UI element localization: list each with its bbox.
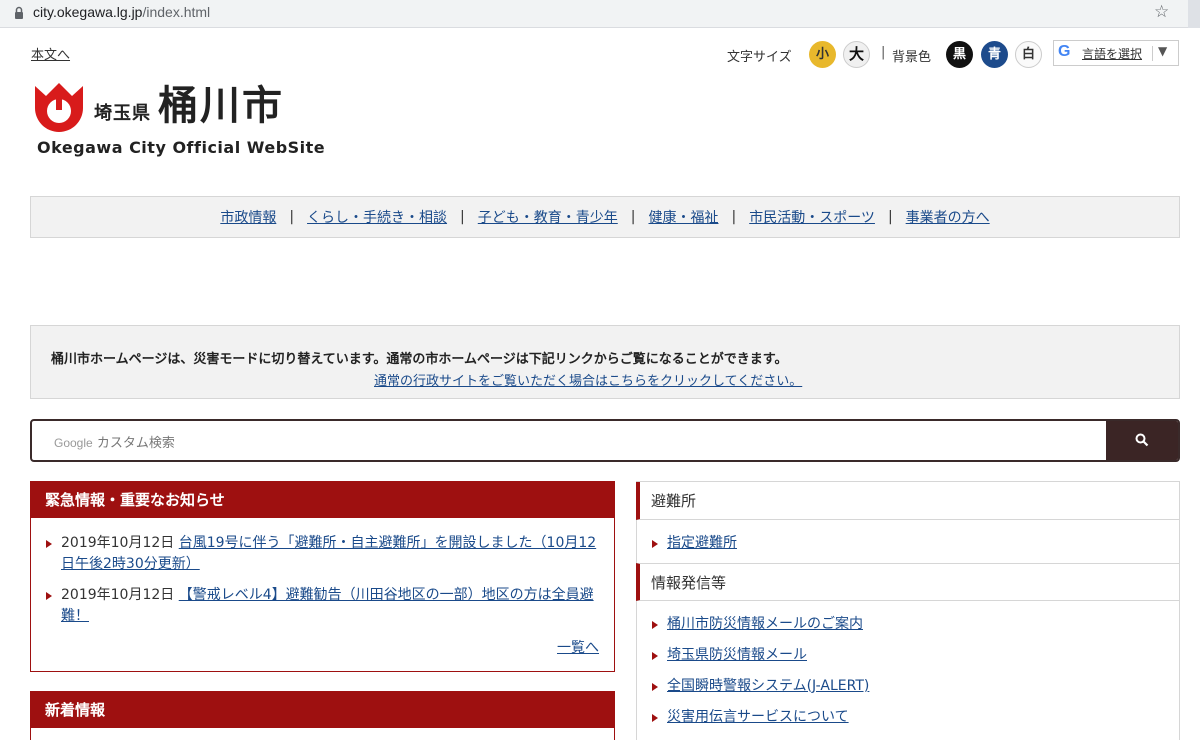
url-host: city.okegawa.lg.jp [33,4,143,20]
nav-link-living[interactable]: くらし・手続き・相談 [307,210,447,226]
info-link[interactable]: 桶川市防災情報メールのご案内 [667,616,863,632]
google-label: Google [54,436,93,450]
item-date: 2019年10月12日 [61,587,175,603]
nav-item-living[interactable]: くらし・手続き・相談 [307,207,447,227]
news-box: 新着情報 [30,691,615,740]
normal-site-link[interactable]: 通常の行政サイトをご覧いただく場合はこちらをクリックしてください。 [374,370,802,389]
nav-link-health[interactable]: 健康・福祉 [648,210,718,226]
list-item: 全国瞬時警報システム(J-ALERT) [637,671,1179,702]
emergency-item-text: 2019年10月12日 台風19号に伴う「避難所・自主避難所」を開設しました（1… [46,533,601,575]
designated-shelter-link[interactable]: 指定避難所 [667,535,737,551]
global-nav: 市政情報 | くらし・手続き・相談 | 子ども・教育・青少年 | 健康・福祉 |… [30,196,1180,238]
emergency-list-link[interactable]: 一覧へ [557,637,599,657]
bg-black-button[interactable]: 黒 [946,41,973,68]
bullet-triangle-icon [652,621,658,629]
shelter-list: 指定避難所 [637,520,1179,563]
nav-item-children[interactable]: 子ども・教育・青少年 [478,207,618,227]
bg-white-button[interactable]: 白 [1015,41,1042,68]
news-title: 新着情報 [31,692,614,728]
list-item: 2019年10月12日 台風19号に伴う「避難所・自主避難所」を開設しました（1… [46,533,601,575]
search-button[interactable] [1106,421,1178,460]
info-list: 桶川市防災情報メールのご案内 埼玉県防災情報メール 全国瞬時警報システム(J-A… [637,601,1179,733]
section-heading-shelters: 避難所 [636,482,1179,520]
url-text[interactable]: city.okegawa.lg.jp/index.html [33,4,210,20]
bullet-triangle-icon [46,592,52,600]
font-large-button[interactable]: 大 [843,41,870,68]
list-item: 2019年10月12日 【警戒レベル4】避難勧告（川田谷地区の一部）地区の方は全… [46,585,601,627]
bg-color-label: 背景色 [892,50,932,65]
search-placeholder: カスタム検索 [96,436,175,451]
chevron-down-icon[interactable]: ▼ [1158,44,1167,58]
language-select-label[interactable]: 言語を選択 [1082,45,1142,62]
info-link[interactable]: 災害用伝言サービスについて [667,709,849,725]
bullet-triangle-icon [652,540,658,548]
side-panel: 避難所 指定避難所 情報発信等 桶川市防災情報メールのご案内 埼玉県防災情報メー… [636,481,1180,740]
info-link[interactable]: 埼玉県防災情報メール [667,647,807,663]
list-item: 災害用伝言サービスについて [637,702,1179,733]
language-select[interactable]: G 言語を選択 ▼ [1053,40,1179,66]
logo-english-name: Okegawa City Official WebSite [37,138,326,157]
url-path: /index.html [142,4,211,20]
nav-item-business[interactable]: 事業者の方へ [906,207,990,227]
logo-city-name: 桶川市 [158,83,284,129]
nav-separator: | [630,209,636,225]
nav-separator: | [460,209,465,225]
nav-item-civic[interactable]: 市民活動・スポーツ [749,207,875,227]
browser-edge [1188,0,1200,28]
bullet-triangle-icon [652,683,658,691]
lock-icon [15,6,23,19]
disaster-mode-notice: 桶川市ホームページは、災害モードに切り替えています。通常の市ホームページは下記リ… [30,325,1180,399]
bg-blue-button[interactable]: 青 [981,41,1008,68]
logo-prefecture: 埼玉県 [94,103,151,124]
nav-link-business[interactable]: 事業者の方へ [906,210,990,226]
bookmark-star-icon[interactable]: ☆ [1154,2,1169,22]
font-small-button[interactable]: 小 [809,41,836,68]
nav-link-city-info[interactable]: 市政情報 [220,210,276,226]
item-date: 2019年10月12日 [61,535,175,551]
nav-separator: | [289,209,295,225]
browser-address-bar[interactable]: city.okegawa.lg.jp/index.html ☆ [0,0,1200,28]
nav-item-city-info[interactable]: 市政情報 [220,207,276,227]
nav-separator: | [887,209,893,225]
font-size-label: 文字サイズ [727,50,792,65]
emergency-title: 緊急情報・重要なお知らせ [31,482,614,518]
nav-link-children[interactable]: 子ども・教育・青少年 [478,210,618,226]
skip-to-content-link[interactable]: 本文へ [31,44,70,63]
info-link[interactable]: 全国瞬時警報システム(J-ALERT) [667,678,869,694]
list-item: 埼玉県防災情報メール [637,640,1179,671]
nav-link-civic[interactable]: 市民活動・スポーツ [749,210,875,226]
nav-separator: | [731,209,737,225]
nav-item-health[interactable]: 健康・福祉 [648,207,718,227]
divider [1152,46,1153,61]
emergency-item-text: 2019年10月12日 【警戒レベル4】避難勧告（川田谷地区の一部）地区の方は全… [46,585,601,627]
list-item: 桶川市防災情報メールのご案内 [637,609,1179,640]
list-item: 指定避難所 [637,528,1179,559]
section-heading-info: 情報発信等 [636,563,1179,601]
separator: | [881,45,886,60]
google-icon: G [1058,43,1071,60]
bullet-triangle-icon [652,714,658,722]
bullet-triangle-icon [652,652,658,660]
search-input[interactable]: Google カスタム検索 [54,432,175,451]
emergency-info-box: 緊急情報・重要なお知らせ 2019年10月12日 台風19号に伴う「避難所・自主… [30,481,615,672]
site-search: Google カスタム検索 [30,419,1180,462]
city-emblem-icon [35,83,83,132]
notice-message: 桶川市ホームページは、災害モードに切り替えています。通常の市ホームページは下記リ… [51,352,788,367]
bullet-triangle-icon [46,540,52,548]
search-icon [1135,433,1149,447]
